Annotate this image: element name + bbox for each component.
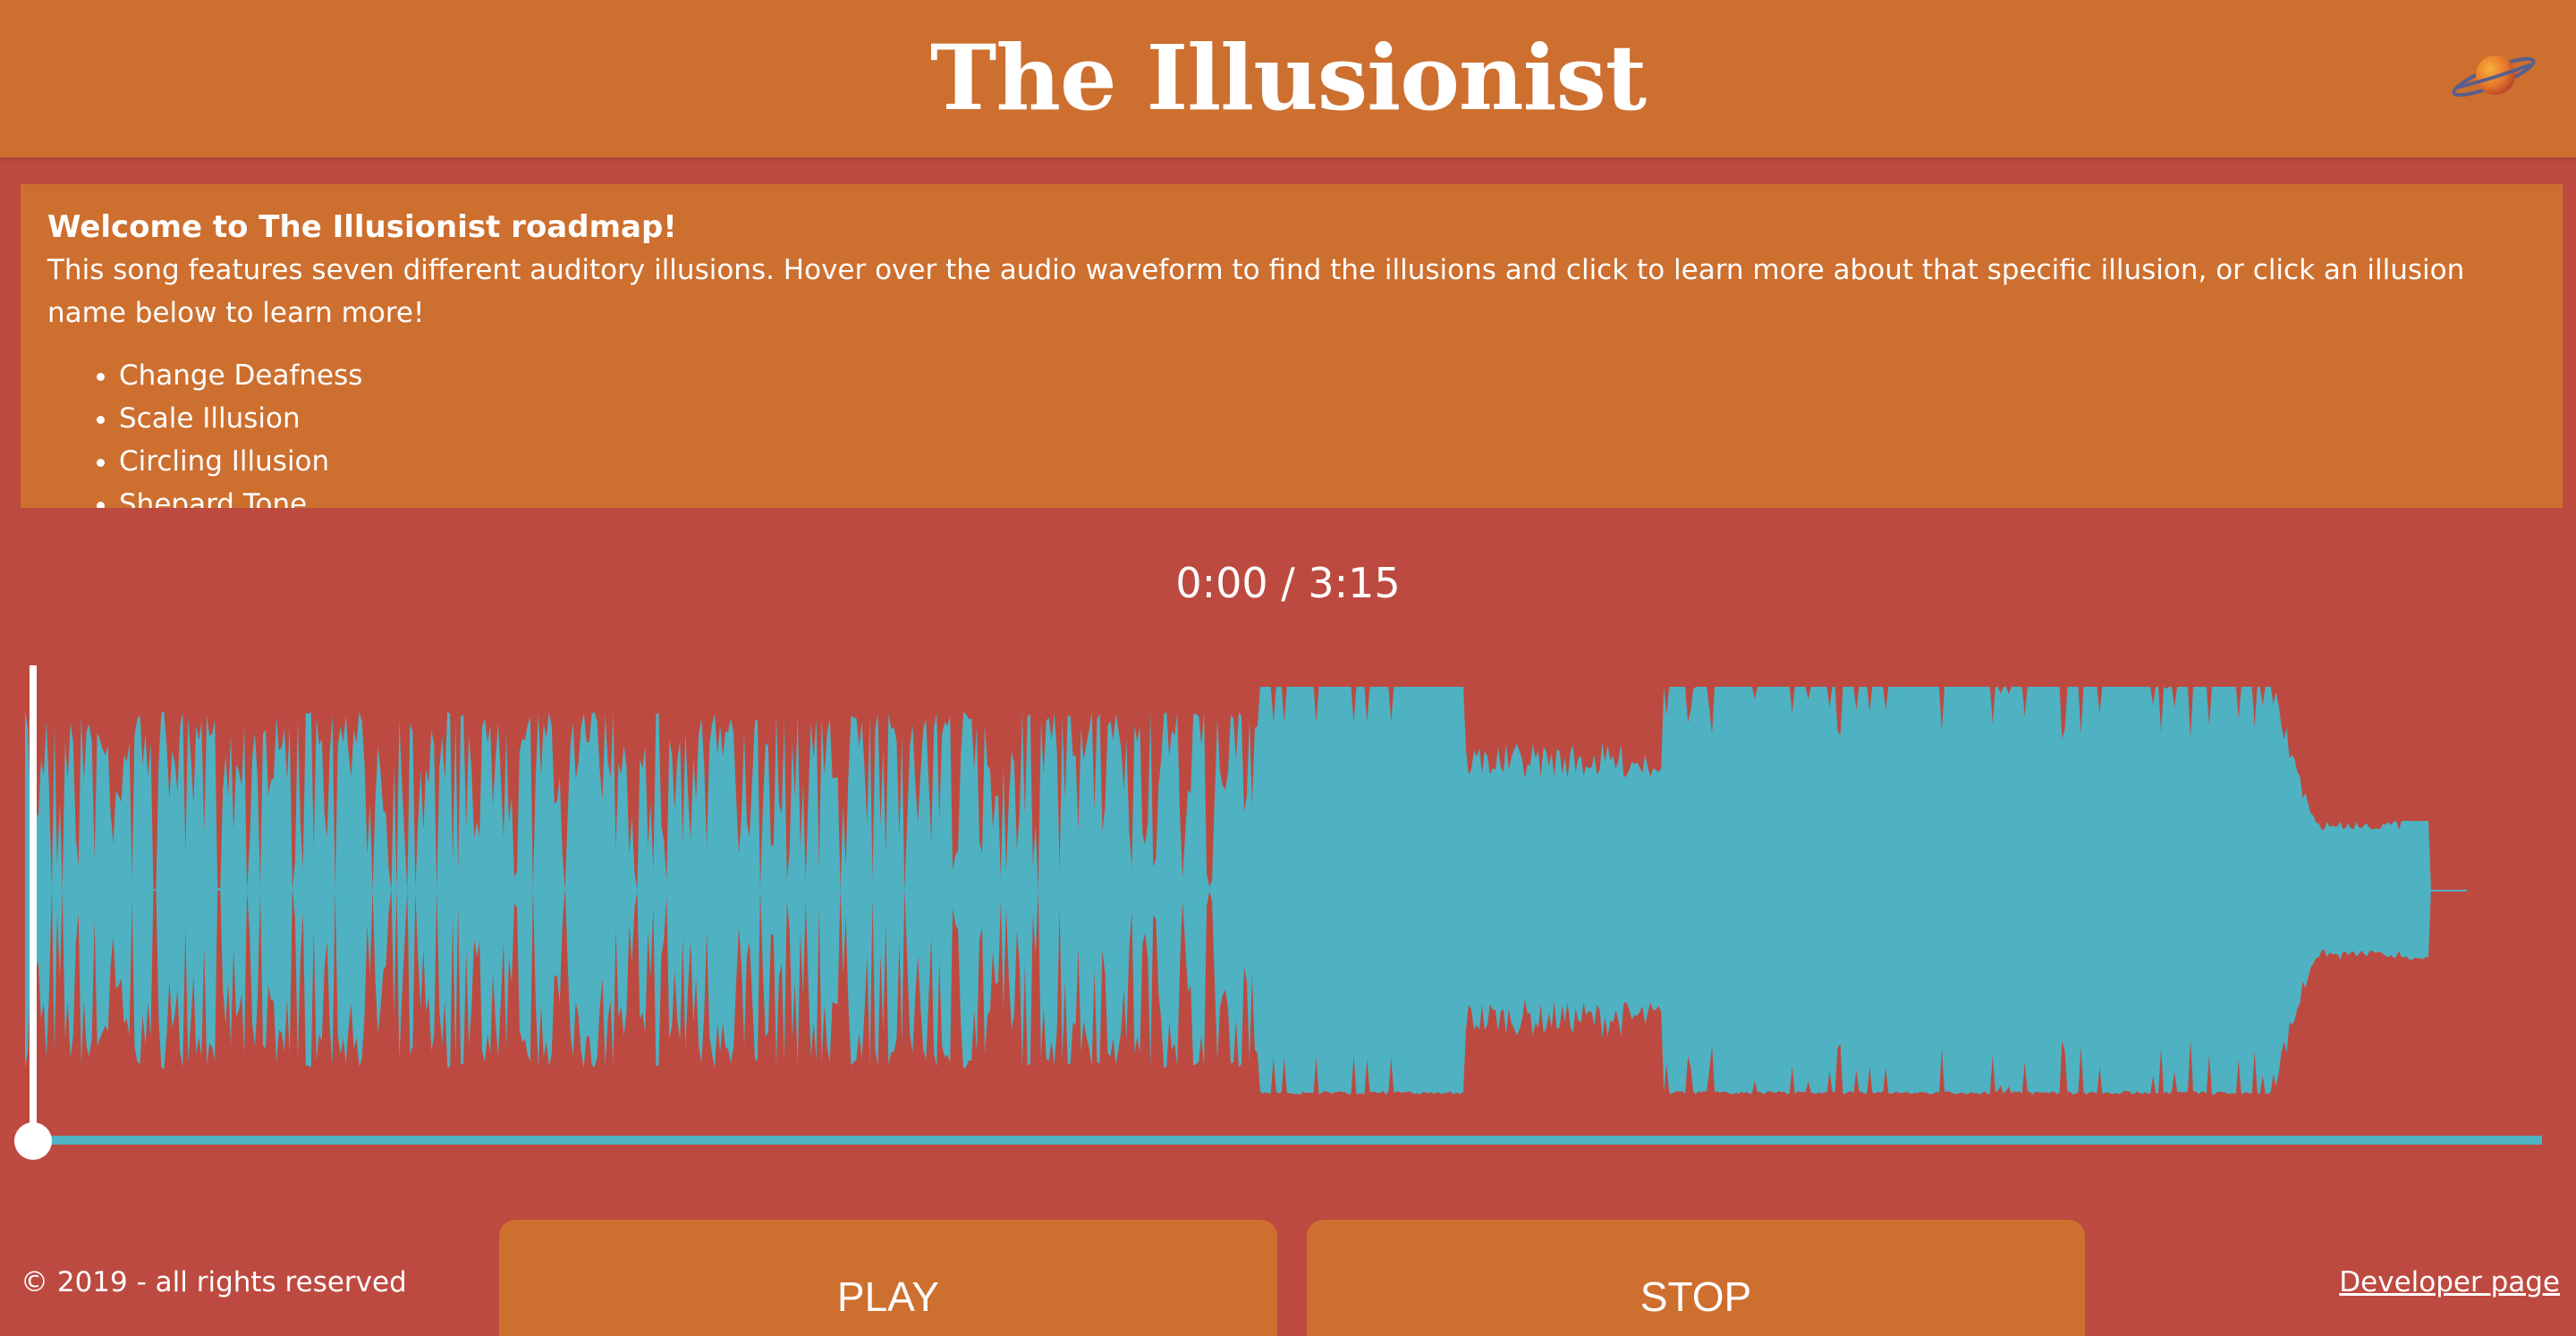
copyright-text: © 2019 - all rights reserved [21, 1266, 407, 1298]
intro-panel: Welcome to The Illusionist roadmap! This… [21, 184, 2563, 508]
illusion-link-scale-illusion[interactable]: Scale Illusion [119, 397, 2536, 440]
progress-handle[interactable] [14, 1122, 52, 1160]
time-display: 0:00 / 3:15 [1175, 559, 1401, 607]
playhead-line[interactable] [30, 665, 37, 1143]
audio-waveform[interactable] [25, 658, 2521, 1141]
site-header: The Illusionist [0, 0, 2576, 157]
planet-icon [2452, 55, 2536, 97]
illusion-link-shepard-tone[interactable]: Shepard Tone [119, 483, 2536, 508]
illusion-list: Change Deafness Scale Illusion Circling … [47, 354, 2536, 508]
developer-page-link[interactable]: Developer page [2339, 1261, 2560, 1304]
intro-text: This song features seven different audit… [47, 254, 2465, 329]
site-title: The Illusionist [929, 25, 1647, 131]
progress-track[interactable] [32, 1136, 2542, 1145]
illusion-link-change-deafness[interactable]: Change Deafness [119, 354, 2536, 397]
waveform-shape [25, 687, 2431, 1095]
intro-heading: Welcome to The Illusionist roadmap! [47, 209, 677, 245]
stop-button[interactable]: STOP [1307, 1220, 2085, 1336]
illusion-link-circling-illusion[interactable]: Circling Illusion [119, 440, 2536, 483]
play-button[interactable]: PLAY [499, 1220, 1277, 1336]
